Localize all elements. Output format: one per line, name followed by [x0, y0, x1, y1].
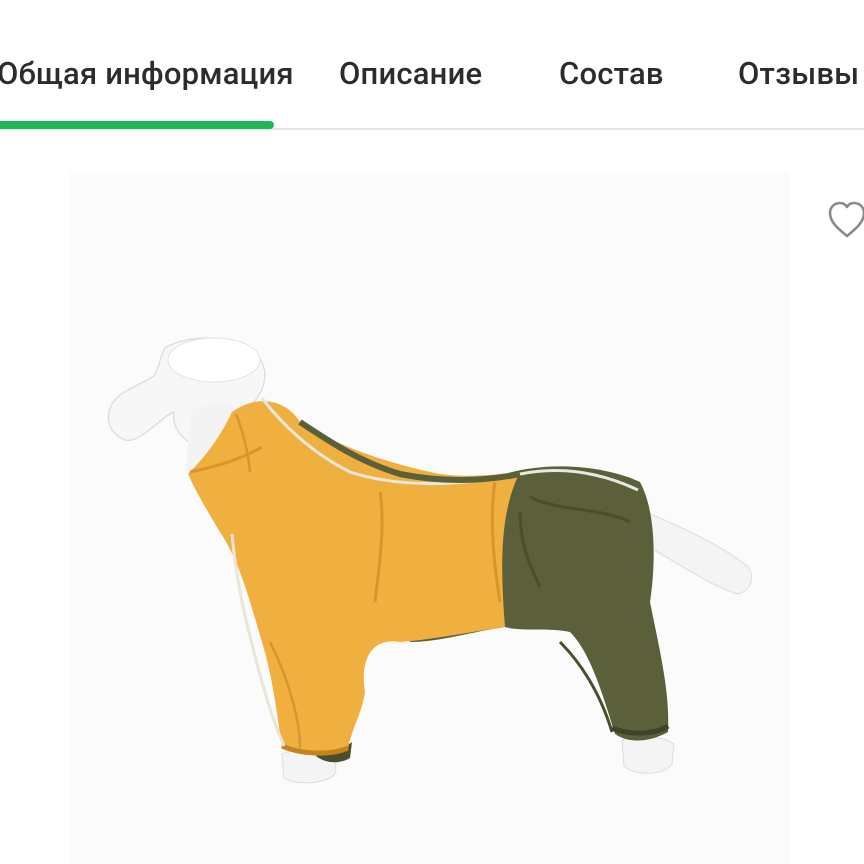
product-page: Общая информация Описание Состав Отзывы	[0, 0, 864, 864]
tab-description[interactable]: Описание	[339, 52, 482, 96]
favorite-button[interactable]	[826, 199, 864, 241]
product-gallery	[0, 130, 864, 864]
tab-composition[interactable]: Состав	[559, 52, 664, 96]
product-photo[interactable]	[70, 172, 790, 864]
dog-raincoat-illustration	[107, 337, 753, 784]
tab-general-info[interactable]: Общая информация	[0, 52, 294, 96]
product-tabs: Общая информация Описание Состав Отзывы	[0, 0, 864, 130]
tab-reviews[interactable]: Отзывы	[738, 52, 859, 96]
active-tab-indicator	[0, 121, 274, 129]
heart-outline-icon	[828, 201, 864, 238]
